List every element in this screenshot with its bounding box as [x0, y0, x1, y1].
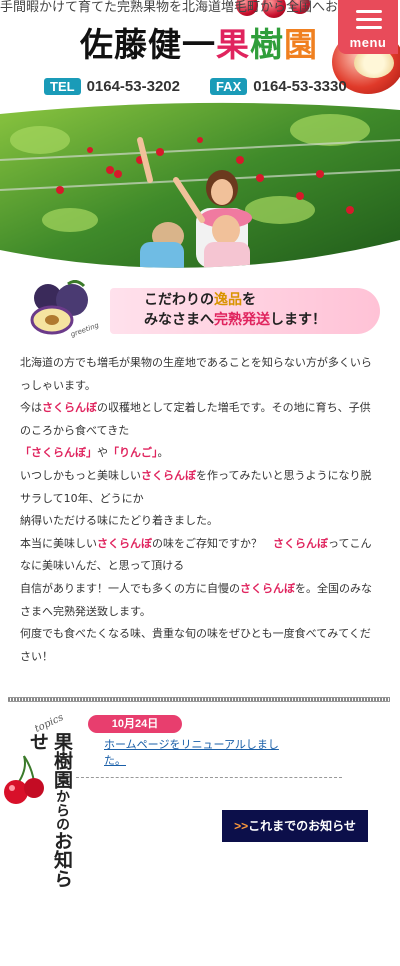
intro-text: 北海道の方でも増毛が果物の生産地であることを知らない方が多くいらっしゃいます。 … [20, 352, 375, 668]
site-logo[interactable]: 佐藤健一果樹園 [80, 24, 318, 66]
intro-paragraph: 本当に美味しいさくらんぼの味をご存知ですか？ さくらんぼってこんなに美味いんだ、… [20, 536, 372, 573]
highlight-cherry: さくらんぼ [42, 401, 97, 415]
highlight-cherry: さくらんぼ [273, 536, 328, 550]
catch-text-part: みなさまへ [144, 312, 214, 328]
fax-badge: FAX [210, 78, 248, 95]
catch-copy: こだわりの逸品を みなさまへ完熟発送します！ greeting [20, 280, 380, 342]
logo-char: 樹 [250, 25, 284, 64]
topics-title: 果樹園からのお知らせ [27, 732, 73, 888]
fax-contact: FAX 0164-53-3330 [210, 78, 347, 95]
arrow-icon: >> [234, 819, 249, 833]
intro-paragraph: 「さくらんぼ」や「りんご」。 [20, 446, 169, 460]
highlight-cherry: さくらんぼ [141, 468, 196, 482]
news-separator [76, 777, 342, 778]
highlight-cherry: さくらんぼ [240, 581, 295, 595]
logo-char: 園 [284, 25, 318, 64]
intro-paragraph: 自信があります！一人でも多くの方に自慢のさくらんぼを。全国のみなさまへ完熟発送致… [20, 581, 372, 618]
section-divider [8, 697, 390, 702]
highlight-cherry: さくらんぼ [97, 536, 152, 550]
tel-badge: TEL [44, 78, 81, 95]
highlight-cherry: 「さくらんぼ」 [20, 446, 97, 460]
orchard-photo [0, 102, 400, 268]
news-archive-label: これまでのお知らせ [248, 819, 356, 833]
catch-text-part: します！ [270, 312, 326, 328]
tel-number[interactable]: 0164-53-3202 [87, 78, 180, 95]
hero-image [0, 100, 400, 272]
highlight-apple: 「りんご」 [108, 446, 158, 460]
tel-contact[interactable]: TEL 0164-53-3202 [44, 78, 180, 95]
menu-label: menu [349, 35, 387, 50]
intro-paragraph: 北海道の方でも増毛が果物の生産地であることを知らない方が多くいらっしゃいます。 [20, 356, 372, 392]
news-archive-button[interactable]: >>これまでのお知らせ [222, 810, 368, 842]
catch-text-part: を [242, 292, 256, 308]
catch-highlight: 完熟発送 [214, 312, 270, 328]
news-link[interactable]: ホームページをリニューアルしました。 [104, 737, 284, 769]
fax-number: 0164-53-3330 [253, 78, 347, 95]
logo-name: 佐藤健一 [80, 25, 216, 64]
catch-text: こだわりの逸品を みなさまへ完熟発送します！ [144, 290, 326, 330]
catch-text-part: こだわりの [144, 292, 214, 308]
news-date-badge: 10月24日 [88, 715, 182, 733]
catch-highlight: 逸品 [214, 292, 242, 308]
hamburger-icon [356, 10, 382, 34]
logo-char: 果 [216, 25, 250, 64]
intro-paragraph: いつしかもっと美味しいさくらんぼを作ってみたいと思うようになり脱サラして10年、… [20, 468, 372, 505]
site-tagline: 手間暇かけて育てた完熟果物を北海道増毛町から全国へお届け [0, 0, 340, 15]
site-header: 手間暇かけて育てた完熟果物を北海道増毛町から全国へお届け 佐藤健一果樹園 men… [0, 0, 400, 108]
intro-paragraph: 今はさくらんぼの収穫地として定着した増毛です。その地に育ち、子供のころから食べて… [20, 401, 371, 437]
menu-button[interactable]: menu [338, 0, 398, 54]
intro-paragraph: 何度でも食べたくなる味、貴重な旬の味をぜひとも一度食べてみてください！ [20, 627, 371, 663]
intro-paragraph: 納得いただける味にたどり着きました。 [20, 514, 218, 528]
topics-section: topics 果樹園からのお知らせ 10月24日 ホームページをリニューアルしま… [0, 712, 400, 892]
